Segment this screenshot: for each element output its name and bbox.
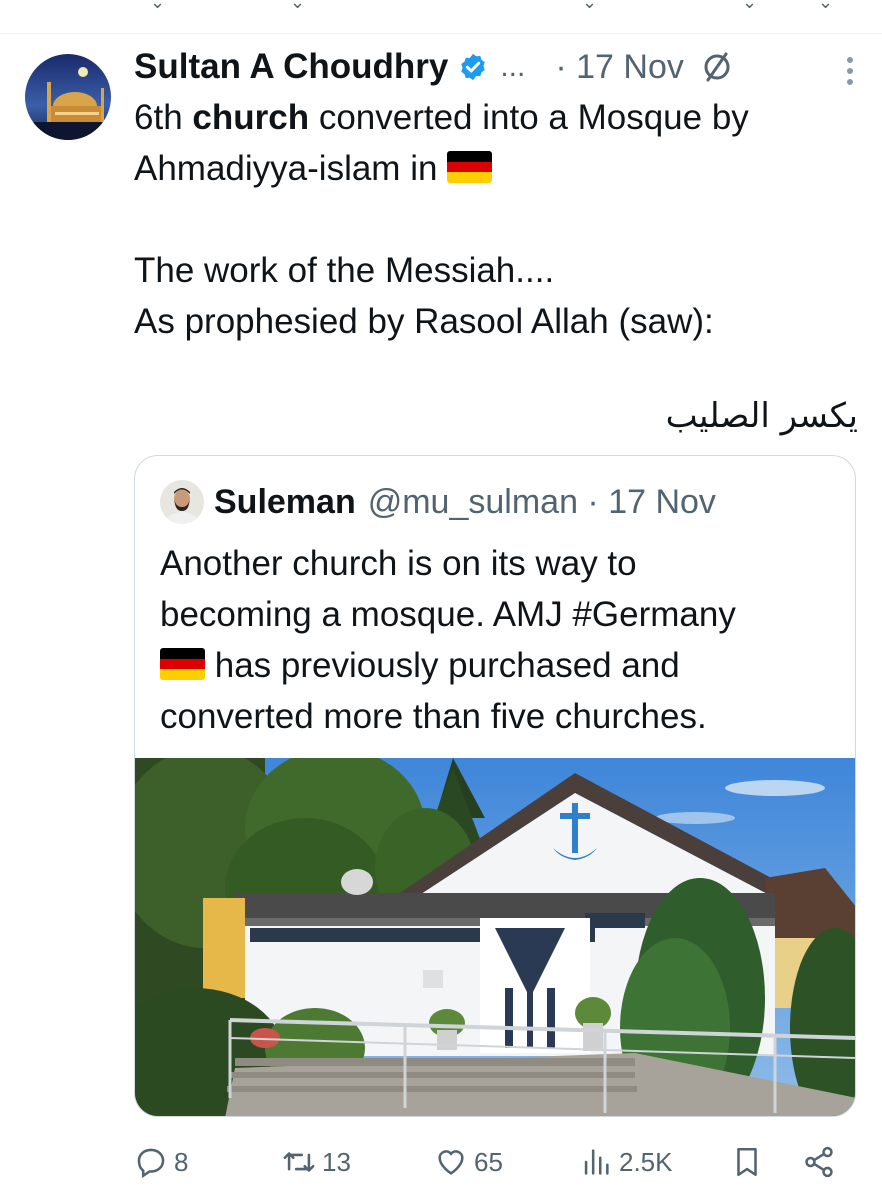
quoted-tweet[interactable]: Suleman @mu_sulman · 17 Nov Another chur… — [134, 455, 856, 1117]
more-options-icon[interactable] — [846, 56, 854, 86]
quoted-tweet-header: Suleman @mu_sulman · 17 Nov — [160, 480, 716, 524]
bookmark-button[interactable] — [730, 1140, 764, 1184]
views-button[interactable]: 2.5K — [579, 1140, 673, 1184]
author-avatar[interactable] — [25, 54, 111, 140]
arabic-text: يكسر الصليب — [665, 396, 858, 436]
like-count: 65 — [474, 1146, 503, 1177]
share-icon — [805, 1146, 833, 1178]
reply-count: 8 — [174, 1146, 189, 1177]
tweet-text-line-2: Ahmadiyya-islam in — [134, 143, 854, 194]
retweet-count: 13 — [322, 1146, 351, 1177]
views-icon[interactable]: ⌄ — [582, 0, 597, 13]
text-suffix: converted into a Mosque by — [309, 98, 749, 137]
text-line-2: Ahmadiyya-islam in — [134, 149, 448, 188]
tweet-action-bar: 8 13 65 2.5K — [134, 1140, 854, 1184]
quoted-author-name[interactable]: Suleman — [214, 483, 356, 522]
hashtag-church: church — [192, 98, 310, 137]
views-icon — [584, 1149, 609, 1175]
bookmark-icon[interactable]: ⌄ — [742, 0, 757, 13]
tweet-text-line-1: 6th church converted into a Mosque by — [134, 92, 854, 143]
quoted-text-line-1: Another church is on its way to — [160, 544, 637, 583]
text-prefix: 6th — [134, 98, 193, 137]
germany-flag-emoji — [160, 648, 205, 680]
quoted-author-avatar — [160, 480, 204, 524]
quoted-text-line-4: converted more than five churches. — [160, 697, 707, 736]
previous-tweet-actions: ⌄ ⌄ ⌄ ⌄ ⌄ — [0, 0, 882, 14]
header-ellipsis: ... — [500, 50, 526, 83]
quoted-text-line-3: has previously purchased and — [160, 640, 840, 691]
quoted-text-line-2: becoming a mosque. AMJ #Germany — [160, 595, 736, 634]
quoted-tweet-text: Another church is on its way to becoming… — [160, 538, 840, 742]
bookmark-icon — [737, 1147, 757, 1177]
reply-button[interactable]: 8 — [134, 1140, 188, 1184]
tweet-text-blank — [134, 194, 854, 245]
tweet-text-line-5: As prophesied by Rasool Allah (saw): — [134, 302, 714, 341]
quoted-text-line-3-text: has previously purchased and — [205, 646, 680, 685]
church-photo[interactable] — [135, 758, 856, 1117]
retweet-button[interactable]: 13 — [282, 1140, 351, 1184]
retweet-icon[interactable]: ⌄ — [290, 0, 305, 13]
retweet-icon — [283, 1152, 315, 1172]
share-button[interactable] — [802, 1140, 836, 1184]
tweet-text: 6th church converted into a Mosque by Ah… — [134, 92, 854, 347]
tweet-header: Sultan A Choudhry ... · 17 Nov — [134, 44, 854, 90]
author-display-name[interactable]: Sultan A Choudhry — [134, 47, 448, 87]
quoted-author-handle[interactable]: @mu_sulman · 17 Nov — [368, 483, 716, 522]
reply-icon — [137, 1148, 165, 1179]
tweet-text-line-4: The work of the Messiah.... — [134, 251, 555, 290]
share-icon[interactable]: ⌄ — [818, 0, 833, 13]
heart-icon — [438, 1150, 464, 1175]
germany-flag-emoji — [447, 151, 493, 183]
tweet-timestamp[interactable]: · 17 Nov — [555, 48, 684, 87]
like-button[interactable]: 65 — [434, 1140, 503, 1184]
verified-badge-icon — [461, 53, 486, 81]
translate-icon[interactable] — [700, 50, 734, 84]
tweet-divider — [0, 33, 882, 34]
reply-icon[interactable]: ⌄ — [150, 0, 165, 13]
views-count: 2.5K — [619, 1146, 673, 1177]
